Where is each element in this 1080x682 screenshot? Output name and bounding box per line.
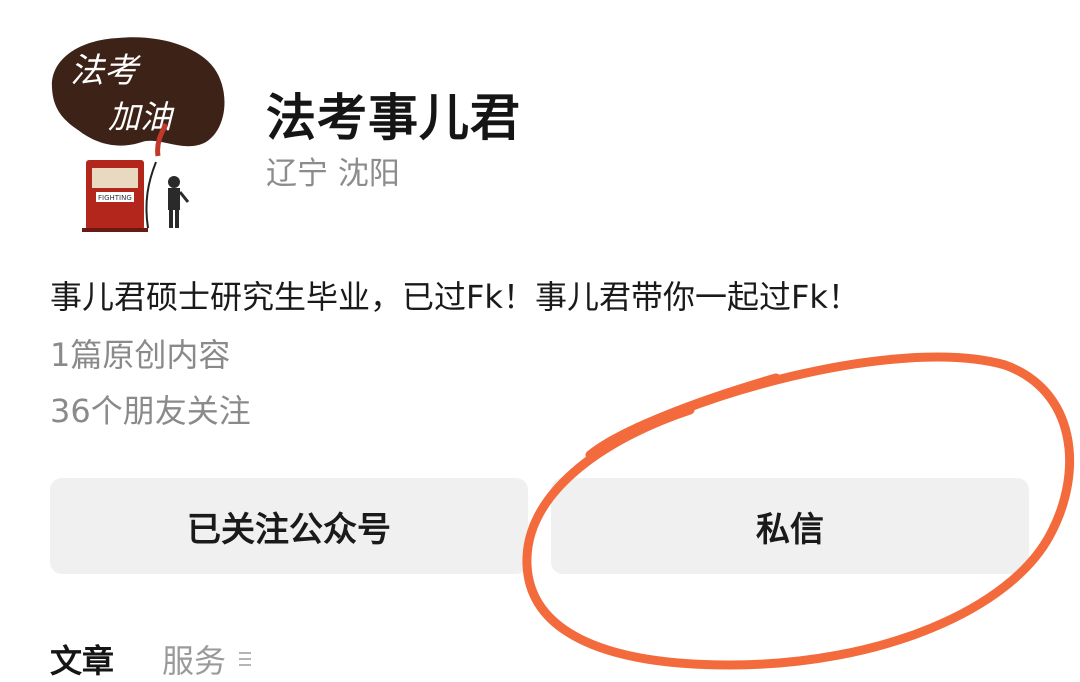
friends-following-count[interactable]: 36个朋友关注: [50, 386, 251, 432]
account-avatar[interactable]: 法考 加油 FIGHTING: [48, 32, 234, 232]
tab-articles[interactable]: 文章: [50, 636, 114, 682]
fuel-pump-avatar-icon: 法考 加油 FIGHTING: [51, 37, 225, 232]
menu-lines-icon[interactable]: [238, 650, 252, 668]
account-name: 法考事儿君: [266, 89, 521, 147]
account-bio: 事儿君硕士研究生毕业，已过Fk！事儿君带你一起过Fk！: [50, 278, 860, 316]
private-message-button[interactable]: 私信: [551, 478, 1029, 574]
original-content-count[interactable]: 1篇原创内容: [50, 330, 230, 376]
avatar-text-line1: 法考: [70, 51, 141, 91]
account-location: 辽宁 沈阳: [266, 156, 400, 192]
avatar-sign-text: FIGHTING: [98, 194, 132, 202]
tab-services[interactable]: 服务: [162, 636, 226, 682]
followed-account-button[interactable]: 已关注公众号: [50, 478, 528, 574]
